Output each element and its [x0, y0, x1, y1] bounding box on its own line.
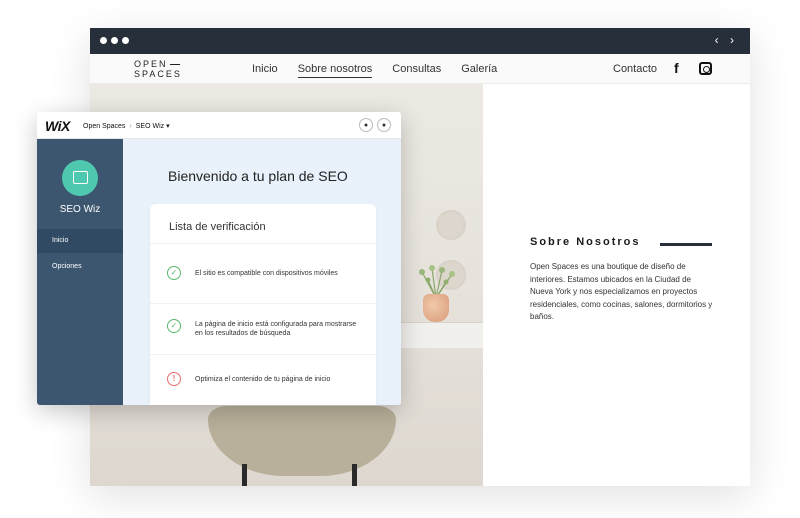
about-text: Open Spaces es una boutique de diseño de… [530, 262, 713, 321]
wix-seo-panel: WiX Open Spaces › SEO Wiz ▾ ● ● SEO Wiz In… [37, 112, 401, 405]
app-name: SEO Wiz [59, 204, 101, 215]
about-title: Sobre Nosotros [530, 236, 641, 248]
plant-pot [423, 294, 449, 322]
shelf [390, 322, 483, 348]
divider [150, 354, 376, 355]
divider [150, 243, 376, 244]
checklist-title: Lista de verificación [169, 221, 266, 233]
window-dot[interactable] [111, 37, 118, 44]
warning-icon: ! [167, 372, 181, 386]
logo-line-1: OPEN [134, 59, 180, 69]
breadcrumb: Open Spaces › SEO Wiz ▾ [83, 123, 170, 130]
menu-item-contacto[interactable]: Contacto [613, 63, 657, 75]
instagram-icon[interactable] [699, 62, 712, 75]
stage: ‹ › OPEN SPACES Inicio Sobre nosotros Co… [0, 0, 800, 518]
menu-item-galeria[interactable]: Galería [461, 63, 497, 78]
menu-item-sobre-nosotros[interactable]: Sobre nosotros [297, 63, 373, 78]
menu-item-inicio[interactable]: Inicio [252, 63, 278, 78]
notification-bell-icon[interactable]: ● [359, 118, 373, 132]
checklist-item[interactable]: Optimiza el contenido de tu página de in… [195, 375, 365, 384]
sidebar-item-opciones[interactable]: Opciones [37, 255, 123, 279]
breadcrumb-app-dropdown[interactable]: SEO Wiz ▾ [136, 123, 170, 130]
wix-sidebar: SEO Wiz Inicio Opciones [37, 139, 123, 405]
site-menu: Inicio Sobre nosotros Consultas Galería [252, 63, 497, 78]
logo-line-2: SPACES [134, 69, 182, 79]
account-avatar-icon[interactable]: ● [377, 118, 391, 132]
sidebar-item-inicio[interactable]: Inicio [37, 229, 123, 253]
wix-main: Bienvenido a tu plan de SEO Lista de ver… [123, 139, 401, 405]
wall-decor [436, 210, 466, 240]
browser-title-bar: ‹ › [90, 28, 750, 54]
window-dot[interactable] [100, 37, 107, 44]
check-icon: ✓ [167, 266, 181, 280]
wix-logo[interactable]: WiX [45, 118, 70, 134]
check-icon: ✓ [167, 319, 181, 333]
plant-icon [419, 265, 455, 298]
breadcrumb-site[interactable]: Open Spaces [83, 123, 125, 130]
wix-top-bar: WiX Open Spaces › SEO Wiz ▾ ● ● [37, 112, 401, 139]
about-section: Sobre Nosotros Open Spaces es una boutiq… [483, 84, 750, 486]
checklist-item[interactable]: El sitio es compatible con dispositivos … [195, 269, 365, 278]
site-header: OPEN SPACES Inicio Sobre nosotros Consul… [90, 54, 750, 84]
site-logo[interactable]: OPEN SPACES [134, 59, 182, 79]
chair-leg [242, 464, 247, 486]
window-controls [100, 37, 129, 44]
about-underline [660, 243, 712, 246]
seo-wiz-app-icon [62, 160, 98, 196]
window-dot[interactable] [122, 37, 129, 44]
chair [208, 406, 396, 476]
divider [150, 303, 376, 304]
wix-top-icons: ● ● [359, 118, 391, 132]
checklist-card: Lista de verificación ✓ El sitio es comp… [150, 204, 376, 405]
checklist-item[interactable]: La página de inicio está configurada par… [195, 320, 365, 338]
facebook-icon[interactable]: f [674, 60, 679, 76]
menu-item-consultas[interactable]: Consultas [392, 63, 441, 78]
page-title: Bienvenido a tu plan de SEO [168, 168, 348, 184]
chair-leg [352, 464, 357, 486]
nav-arrows-icon[interactable]: ‹ › [715, 33, 738, 47]
